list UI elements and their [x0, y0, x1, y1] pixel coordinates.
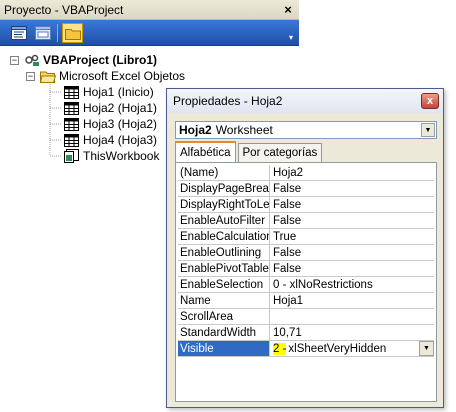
property-row[interactable]: StandardWidth 10,71	[178, 325, 434, 341]
tab-alfabetica[interactable]: Alfabética	[175, 141, 236, 162]
view-object-button[interactable]	[32, 23, 53, 43]
property-row[interactable]: DisplayPageBreaks False	[178, 181, 434, 197]
tree-folder-label: Microsoft Excel Objetos	[59, 69, 186, 83]
property-name: Visible	[178, 341, 270, 356]
property-value[interactable]: False	[270, 213, 434, 228]
property-value[interactable]: Hoja1	[270, 293, 434, 308]
project-explorer-titlebar[interactable]: Proyecto - VBAProject ×	[0, 0, 299, 20]
property-name: DisplayRightToLeft	[180, 197, 270, 212]
property-row[interactable]: EnableCalculation True	[178, 229, 434, 245]
root-collapse-toggle[interactable]: −	[10, 56, 19, 65]
object-selector[interactable]: Hoja2 Worksheet ▼	[175, 121, 437, 139]
object-type: Worksheet	[215, 123, 273, 137]
folder-collapse-toggle[interactable]: −	[26, 72, 35, 81]
tree-root-label: VBAProject (Libro1)	[43, 53, 158, 67]
tree-item-label: Hoja3 (Hoja2)	[83, 117, 158, 131]
worksheet-icon	[64, 117, 79, 131]
visible-value-dropdown[interactable]: 2 - xlSheetVeryHidden ▼	[270, 341, 434, 356]
property-name: EnablePivotTable	[180, 261, 270, 276]
tree-item-hoja3[interactable]: Hoja3 (Hoja2)	[64, 116, 157, 132]
close-icon[interactable]: ×	[280, 2, 296, 17]
tree-item-hoja1[interactable]: Hoja1 (Inicio)	[64, 84, 154, 100]
visible-value-text: xlSheetVeryHidden	[288, 342, 387, 355]
open-folder-icon	[40, 71, 56, 83]
properties-grid-frame: (Name) Hoja2 DisplayPageBreaks False Dis…	[175, 162, 437, 402]
toggle-folders-button[interactable]	[62, 23, 83, 43]
property-row[interactable]: EnableSelection 0 - xlNoRestrictions	[178, 277, 434, 293]
workbook-icon	[64, 149, 79, 163]
toolbar-separator	[57, 24, 58, 42]
view-code-icon	[10, 26, 27, 40]
visible-value-number: 2 -	[273, 342, 287, 355]
close-icon[interactable]: x	[421, 93, 439, 109]
worksheet-icon	[64, 101, 79, 115]
property-name: EnableSelection	[178, 277, 270, 292]
property-name: StandardWidth	[178, 325, 270, 340]
tree-item-thisworkbook[interactable]: ThisWorkbook	[64, 148, 159, 164]
property-name: ScrollArea	[178, 309, 270, 324]
property-row[interactable]: ScrollArea	[178, 309, 434, 325]
folder-icon	[64, 28, 81, 40]
project-explorer-title: Proyecto - VBAProject	[4, 2, 124, 17]
properties-window: Propiedades - Hoja2 x Hoja2 Worksheet ▼ …	[166, 88, 444, 408]
property-name: (Name)	[178, 165, 270, 180]
property-name: DisplayPageBreaks	[180, 181, 270, 196]
property-row-visible[interactable]: Visible 2 - xlSheetVeryHidden ▼	[178, 341, 434, 357]
tree-root-vbaproject[interactable]: VBAProject (Libro1)	[24, 52, 157, 68]
property-value[interactable]: False	[270, 245, 434, 260]
property-value[interactable]: Hoja2	[270, 165, 434, 180]
property-name: EnableCalculation	[180, 229, 270, 244]
property-row[interactable]: DisplayRightToLeft False	[178, 197, 434, 213]
chevron-down-icon[interactable]: ▼	[419, 341, 434, 356]
properties-grid: (Name) Hoja2 DisplayPageBreaks False Dis…	[178, 165, 434, 357]
tree-item-hoja4[interactable]: Hoja4 (Hoja3)	[64, 132, 157, 148]
property-name: Name	[178, 293, 270, 308]
properties-title: Propiedades - Hoja2	[173, 94, 283, 108]
property-value[interactable]: False	[270, 261, 434, 276]
tree-item-hoja2[interactable]: Hoja2 (Hoja1)	[64, 100, 157, 116]
property-value[interactable]: False	[270, 181, 434, 196]
project-explorer-toolbar: ▾	[0, 20, 299, 46]
properties-tabs: Alfabética Por categorías	[175, 141, 324, 163]
tab-por-categorias[interactable]: Por categorías	[237, 143, 323, 162]
view-object-icon	[34, 26, 51, 40]
property-name: EnableOutlining	[178, 245, 270, 260]
property-row[interactable]: EnablePivotTable False	[178, 261, 434, 277]
tree-item-label: Hoja2 (Hoja1)	[83, 101, 158, 115]
property-value[interactable]: True	[270, 229, 434, 244]
vba-project-icon	[25, 54, 39, 66]
object-name: Hoja2	[179, 123, 212, 137]
property-row[interactable]: EnableOutlining False	[178, 245, 434, 261]
properties-titlebar[interactable]: Propiedades - Hoja2 x	[167, 89, 443, 113]
toolbar-overflow-icon[interactable]: ▾	[289, 34, 295, 42]
property-value[interactable]: False	[270, 197, 434, 212]
tree-item-label: Hoja1 (Inicio)	[83, 85, 154, 99]
property-row[interactable]: EnableAutoFilter False	[178, 213, 434, 229]
worksheet-icon	[64, 133, 79, 147]
property-name: EnableAutoFilter	[178, 213, 270, 228]
property-value[interactable]: 0 - xlNoRestrictions	[270, 277, 434, 292]
tree-item-label: ThisWorkbook	[83, 149, 160, 163]
property-value[interactable]	[270, 309, 434, 324]
property-row[interactable]: (Name) Hoja2	[178, 165, 434, 181]
tree-item-label: Hoja4 (Hoja3)	[83, 133, 158, 147]
property-value[interactable]: 10,71	[270, 325, 434, 340]
tree-folder-excel-objects[interactable]: Microsoft Excel Objetos	[40, 68, 185, 84]
property-row[interactable]: Name Hoja1	[178, 293, 434, 309]
worksheet-icon	[64, 85, 79, 99]
chevron-down-icon[interactable]: ▼	[421, 123, 435, 137]
view-code-button[interactable]	[8, 23, 29, 43]
